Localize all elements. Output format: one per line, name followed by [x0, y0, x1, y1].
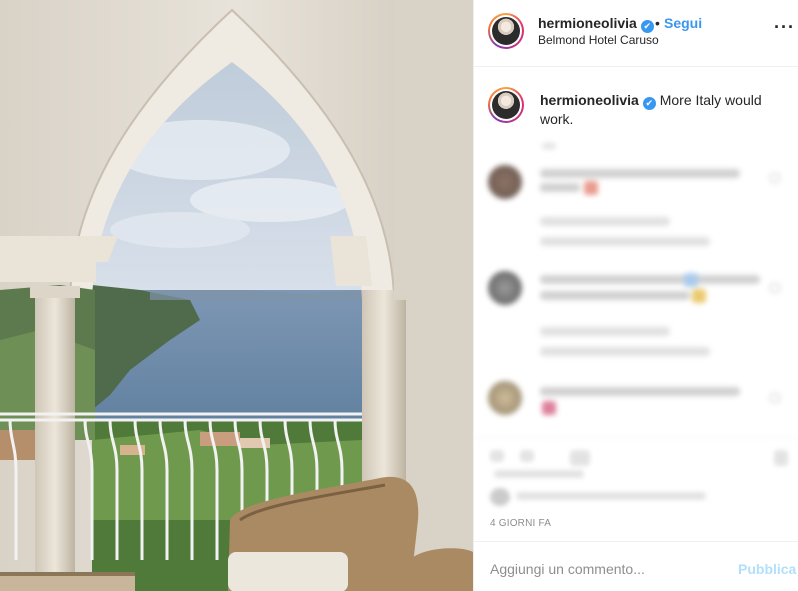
- like-comment-icon[interactable]: [770, 283, 780, 293]
- comment-avatar[interactable]: [488, 271, 522, 305]
- like-comment-icon[interactable]: [770, 393, 780, 403]
- blurred-action-bar: [474, 437, 798, 507]
- blurred-comments: [474, 137, 798, 437]
- like-comment-icon[interactable]: [770, 173, 780, 183]
- post-header: hermioneolivia ✔ • Segui Belmond Hotel Ca…: [474, 0, 798, 67]
- location-link[interactable]: Belmond Hotel Caruso: [538, 33, 659, 47]
- caption-username[interactable]: hermioneolivia: [540, 92, 639, 108]
- avatar[interactable]: [488, 13, 524, 49]
- amalfi-arch-photo: [0, 0, 473, 591]
- username[interactable]: hermioneolivia: [538, 15, 637, 31]
- verified-badge-icon: ✔: [642, 97, 656, 110]
- more-options-icon[interactable]: ···: [774, 18, 795, 36]
- separator-dot: •: [655, 15, 660, 31]
- publish-button[interactable]: Pubblica: [738, 561, 796, 577]
- post-date[interactable]: 4 GIORNI FA: [490, 518, 551, 529]
- comment-input[interactable]: Aggiungi un commento...: [490, 561, 645, 577]
- follow-button[interactable]: Segui: [664, 15, 702, 31]
- post-side-panel: hermioneolivia ✔ • Segui Belmond Hotel Ca…: [473, 0, 798, 591]
- add-comment-bar: Aggiungi un commento... Pubblica: [474, 541, 798, 591]
- comment-avatar[interactable]: [488, 381, 522, 415]
- caption-text: hermioneolivia ✔ More Italy would work.: [540, 91, 790, 128]
- comment-avatar[interactable]: [488, 165, 522, 199]
- caption: hermioneolivia ✔ More Italy would work.: [474, 67, 798, 137]
- caption-avatar[interactable]: [488, 87, 524, 123]
- verified-badge-icon: ✔: [640, 20, 654, 33]
- username-link[interactable]: hermioneolivia ✔: [538, 15, 654, 33]
- post-photo[interactable]: [0, 0, 473, 591]
